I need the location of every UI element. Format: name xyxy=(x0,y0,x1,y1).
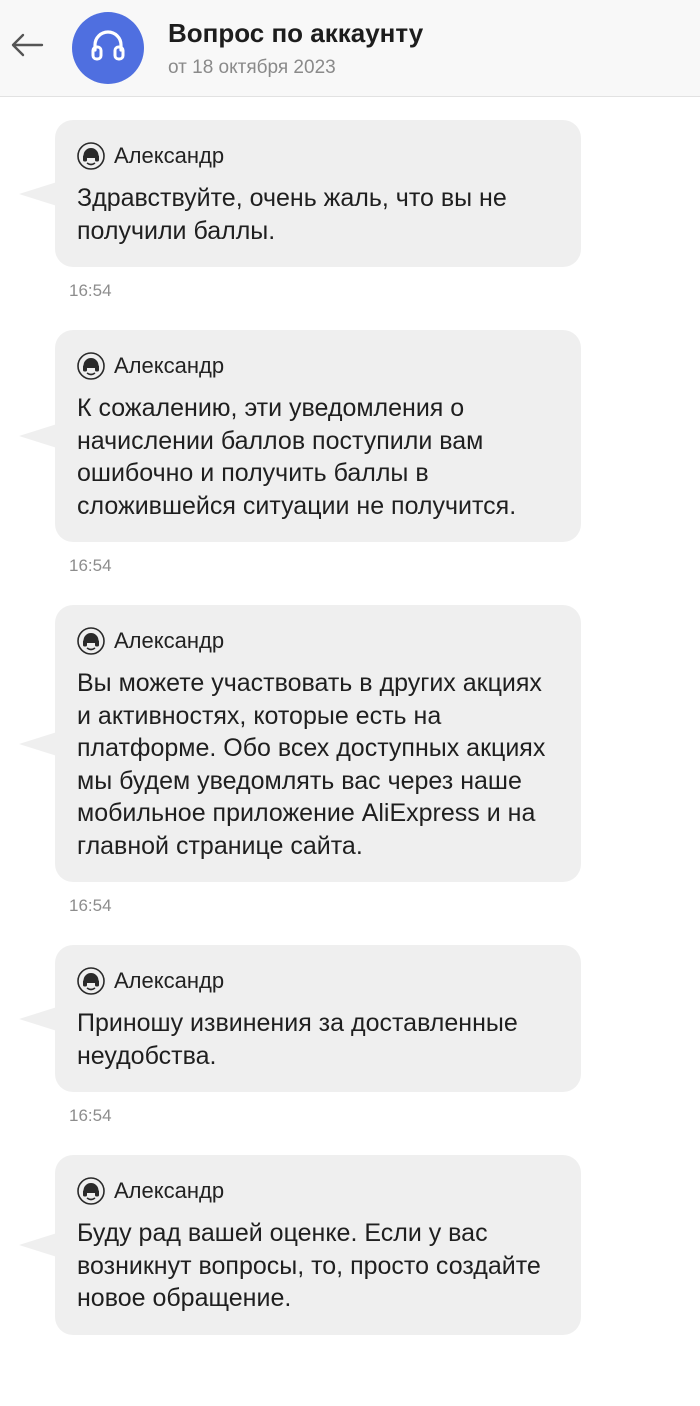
agent-headset-icon xyxy=(77,1177,105,1205)
agent-headset-icon xyxy=(77,627,105,655)
message-bubble: Александр Приношу извинения за доставлен… xyxy=(19,945,581,1092)
agent-headset-icon xyxy=(77,352,105,380)
bubble-tail xyxy=(19,424,57,448)
message-author-row: Александр xyxy=(77,1175,557,1207)
back-button[interactable] xyxy=(8,28,46,66)
message-text: Здравствуйте, очень жаль, что вы не полу… xyxy=(77,184,507,245)
message-text: Вы можете участвовать в других акциях и … xyxy=(77,669,546,860)
message-item: Александр Здравствуйте, очень жаль, что … xyxy=(19,120,581,267)
message-bubble: Александр Буду рад вашей оценке. Если у … xyxy=(19,1155,581,1335)
bubble-tail xyxy=(19,181,57,206)
chat-header: Вопрос по аккаунту от 18 октября 2023 xyxy=(0,0,700,97)
message-author: Александр xyxy=(114,628,225,653)
bubble-tail xyxy=(19,1232,57,1257)
conversation-date: от 18 октября 2023 xyxy=(168,57,336,78)
message-author: Александр xyxy=(114,353,225,378)
message-time: 16:54 xyxy=(69,896,112,915)
message-author: Александр xyxy=(114,1178,225,1203)
message-text: Приношу извинения за доставленные неудоб… xyxy=(77,1009,518,1070)
message-author-row: Александр xyxy=(77,625,557,657)
page-title: Вопрос по аккаунту xyxy=(168,18,424,48)
message-author: Александр xyxy=(114,968,225,993)
bubble-tail xyxy=(19,731,57,756)
message-author: Александр xyxy=(114,143,225,168)
message-bubble: Александр Здравствуйте, очень жаль, что … xyxy=(19,120,581,267)
headset-icon xyxy=(88,26,128,71)
arrow-left-icon xyxy=(10,33,44,62)
message-bubble: Александр Вы можете участвовать в других… xyxy=(19,605,581,882)
support-avatar xyxy=(72,12,144,84)
message-author-row: Александр xyxy=(77,350,557,382)
message-text: Буду рад вашей оценке. Если у вас возник… xyxy=(77,1219,541,1312)
message-list: Александр Здравствуйте, очень жаль, что … xyxy=(0,98,700,1335)
message-item: Александр Приношу извинения за доставлен… xyxy=(19,945,581,1092)
message-item: Александр Вы можете участвовать в других… xyxy=(19,605,581,882)
message-item: Александр К сожалению, эти уведомления о… xyxy=(19,330,581,542)
agent-headset-icon xyxy=(77,142,105,170)
message-author-row: Александр xyxy=(77,965,557,997)
agent-headset-icon xyxy=(77,967,105,995)
bubble-tail xyxy=(19,1006,57,1031)
message-text: К сожалению, эти уведомления о начислени… xyxy=(77,394,517,520)
message-time: 16:54 xyxy=(69,556,112,575)
message-bubble: Александр К сожалению, эти уведомления о… xyxy=(19,330,581,542)
message-time: 16:54 xyxy=(69,281,112,300)
message-author-row: Александр xyxy=(77,140,557,172)
message-item: Александр Буду рад вашей оценке. Если у … xyxy=(19,1155,581,1335)
message-time: 16:54 xyxy=(69,1106,112,1125)
